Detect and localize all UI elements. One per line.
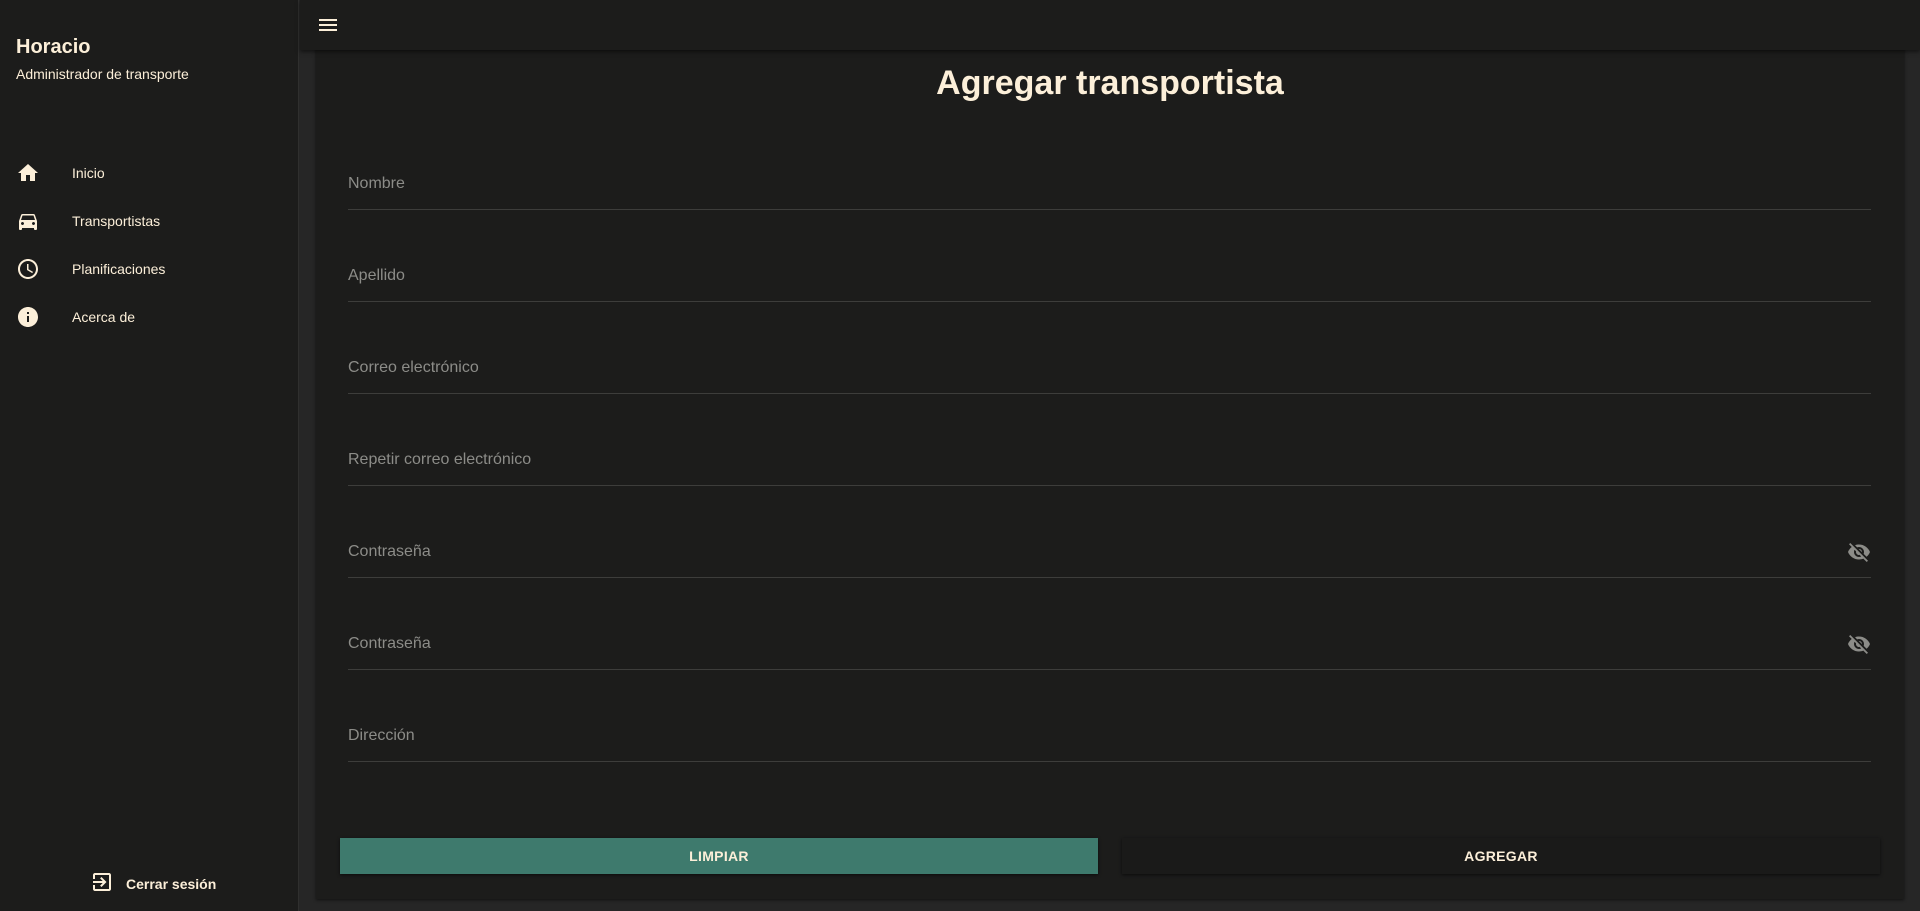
contrasena-field: [348, 518, 1871, 578]
email-input[interactable]: [348, 354, 1818, 382]
add-button[interactable]: AGREGAR: [1122, 838, 1880, 874]
logout-label: Cerrar sesión: [126, 876, 217, 892]
sidebar-item-label: Acerca de: [72, 309, 136, 325]
sidebar-item-planificaciones[interactable]: Planificaciones: [0, 245, 299, 293]
clock-icon: [16, 257, 40, 281]
info-icon: [16, 305, 40, 329]
apellido-input[interactable]: [348, 262, 1818, 290]
visibility-off-icon[interactable]: [1847, 632, 1871, 656]
logout-icon: [90, 870, 114, 899]
repeat-password-input[interactable]: [348, 630, 1818, 658]
address-input[interactable]: [348, 722, 1818, 750]
sidebar-item-inicio[interactable]: Inicio: [0, 149, 299, 197]
repetir-contrasena-field: [348, 610, 1871, 670]
user-name: Horacio: [16, 36, 91, 58]
repeat-email-input[interactable]: [348, 446, 1818, 474]
nombre-field: [348, 150, 1871, 210]
car-icon: [16, 209, 40, 233]
sidebar-item-acerca-de[interactable]: Acerca de: [0, 293, 299, 341]
sidebar-item-label: Transportistas: [72, 213, 161, 229]
apellido-field: [348, 242, 1871, 302]
direccion-field: [348, 702, 1871, 762]
nombre-input[interactable]: [348, 170, 1818, 198]
repetir-correo-field: [348, 426, 1871, 486]
correo-field: [348, 334, 1871, 394]
sidebar-nav: Inicio Transportistas Planificaciones Ac…: [0, 149, 299, 341]
top-app-bar: [300, 0, 1920, 50]
clear-button[interactable]: LIMPIAR: [340, 838, 1098, 874]
password-input[interactable]: [348, 538, 1818, 566]
sidebar-item-transportistas[interactable]: Transportistas: [0, 197, 299, 245]
sidebar-item-label: Inicio: [72, 165, 105, 181]
sidebar-item-label: Planificaciones: [72, 261, 166, 277]
menu-icon[interactable]: [316, 13, 340, 37]
user-role: Administrador de transporte: [16, 66, 189, 82]
add-carrier-form: Agregar transportista LIMPIAR AGREGAR: [316, 44, 1904, 899]
home-icon: [16, 161, 40, 185]
page-title: Agregar transportista: [936, 64, 1284, 102]
logout-button[interactable]: Cerrar sesión: [90, 872, 216, 896]
visibility-off-icon[interactable]: [1847, 540, 1871, 564]
sidebar: Horacio Administrador de transporte Inic…: [0, 0, 299, 911]
